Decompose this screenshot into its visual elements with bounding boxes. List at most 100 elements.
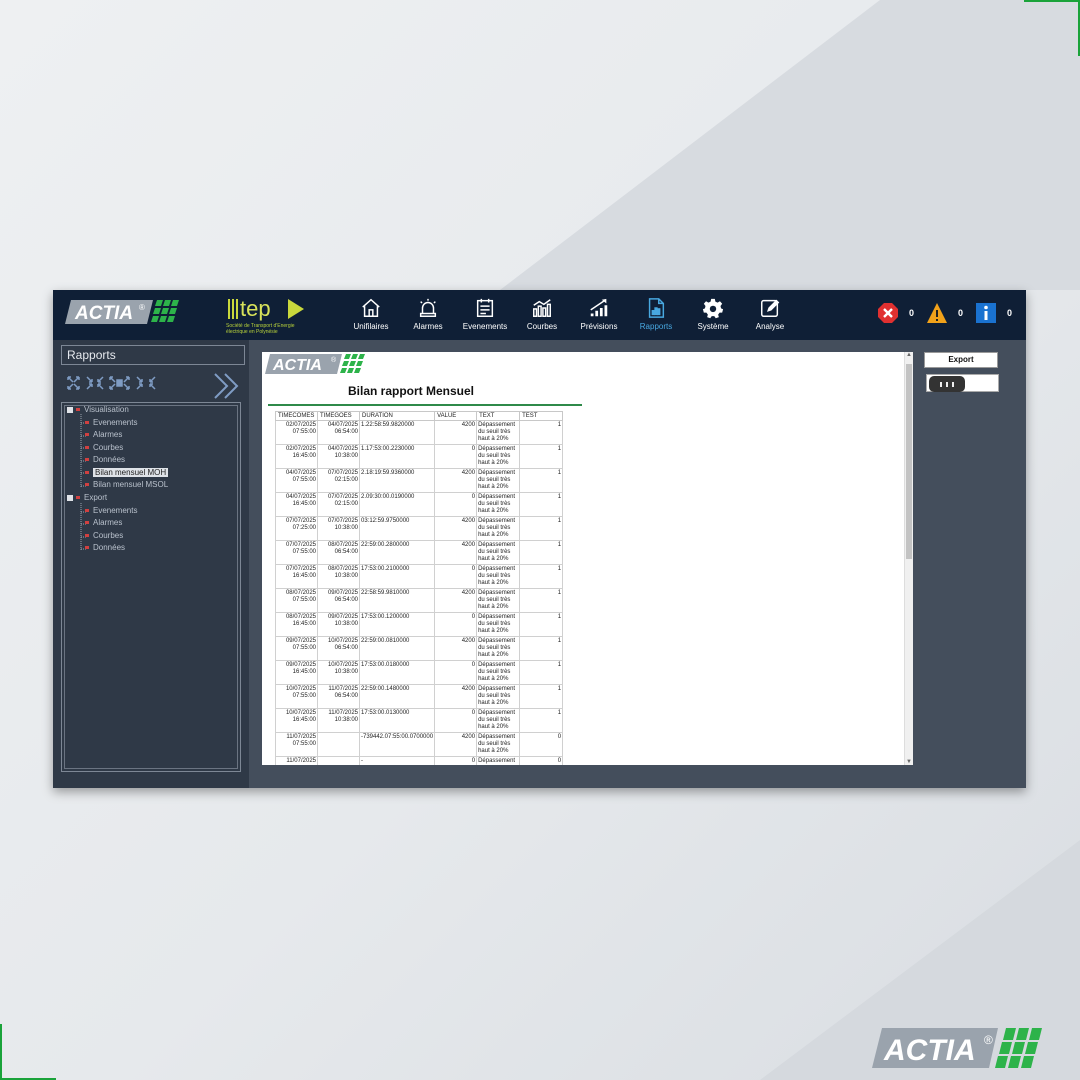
table-cell-test: 1 <box>519 660 564 685</box>
export-button[interactable]: Export <box>924 352 998 368</box>
table-cell-timecomes: 04/07/2025 16:45:00 <box>275 492 318 517</box>
tree-node-export[interactable]: Export <box>67 493 107 502</box>
tree-label: Bilan mensuel MSOL <box>93 480 169 489</box>
nav-analyse[interactable]: Analyse <box>742 290 798 340</box>
table-cell-duration: 22:59:00.2800000 <box>358 540 436 565</box>
report-scrollbar[interactable]: ▲ ▼ <box>904 352 913 765</box>
table-cell-text: Dépassement du seuil très haut à 20% <box>476 732 521 757</box>
alert-counters: 0 0 0 <box>865 302 1012 324</box>
tree-label: Evenements <box>93 418 138 427</box>
info-counter[interactable]: 0 <box>975 302 1012 324</box>
expand-icon[interactable] <box>67 376 80 390</box>
tree-node-vis-courbes[interactable]: Courbes <box>85 443 123 452</box>
node-icon <box>85 534 89 537</box>
table-row: 07/07/2025 07:55:00 08/07/2025 06:54:00 22… <box>275 540 564 565</box>
tree-node-bilan-msol[interactable]: Bilan mensuel MSOL <box>85 480 168 489</box>
table-cell-text: Dépassement du seuil très haut à 20% <box>476 444 521 469</box>
nav-evenements[interactable]: Evenements <box>457 290 513 340</box>
table-cell-value: 4200 <box>434 684 478 709</box>
col-header: VALUE <box>434 411 478 421</box>
node-icon <box>85 546 89 549</box>
nav-label: Prévisions <box>580 322 618 331</box>
warning-counter[interactable]: 0 <box>926 302 963 324</box>
col-header: TIMEGOES <box>317 411 360 421</box>
corner-accent-bottom-left <box>0 1024 56 1080</box>
scroll-thumb[interactable] <box>906 364 912 559</box>
tep-logo: tep Société de Transport d'Energie élect… <box>226 295 316 337</box>
expander-icon[interactable] <box>67 406 73 413</box>
tree-node-vis-donnees[interactable]: Données <box>85 455 125 464</box>
double-chevron-right-icon[interactable] <box>214 373 239 399</box>
table-cell-text: Dépassement du seuil très haut à 20% <box>476 636 521 661</box>
scroll-down-icon[interactable]: ▼ <box>905 759 913 765</box>
table-cell-test: 1 <box>519 492 564 517</box>
table-cell-duration: 2.18:19:59.9360000 <box>358 468 436 493</box>
table-cell-text: Dépassement du seuil très haut à 20% <box>476 708 521 733</box>
table-cell-text: Dépassement du seuil très haut à 20% <box>476 612 521 637</box>
table-cell-test: 1 <box>519 588 564 613</box>
scroll-up-icon[interactable]: ▲ <box>905 352 913 358</box>
table-cell-timecomes: 10/07/2025 07:55:00 <box>275 684 318 709</box>
table-cell-timecomes: 04/07/2025 07:55:00 <box>275 468 318 493</box>
table-cell-timegoes: 08/07/2025 10:38:00 <box>317 564 360 589</box>
table-cell-timegoes <box>317 732 360 757</box>
table-cell-timegoes: 11/07/2025 06:54:00 <box>317 684 360 709</box>
nav-previsions[interactable]: Prévisions <box>571 290 627 340</box>
error-icon <box>877 303 898 323</box>
tree-node-bilan-moh[interactable]: Bilan mensuel MOH <box>85 468 169 477</box>
table-cell-timecomes: 07/07/2025 16:45:00 <box>275 564 318 589</box>
nav-systeme[interactable]: Système <box>685 290 741 340</box>
table-cell-timegoes: 10/07/2025 10:38:00 <box>317 660 360 685</box>
table-cell-duration: 17:53:00.0130000 <box>358 708 436 733</box>
nav-alarmes[interactable]: Alarmes <box>400 290 456 340</box>
table-cell-value: 4200 <box>434 540 478 565</box>
format-handle-icon[interactable] <box>929 376 965 392</box>
tree-node-visualisation[interactable]: Visualisation <box>67 405 129 414</box>
table-cell-value: 0 <box>434 756 478 765</box>
export-format-selector[interactable] <box>926 374 999 392</box>
error-counter[interactable]: 0 <box>877 302 914 324</box>
nav-unifilaires[interactable]: Unifilaires <box>343 290 399 340</box>
table-cell-text: Dépassement du seuil très haut à 20% <box>476 588 521 613</box>
table-cell-timegoes: 09/07/2025 10:38:00 <box>317 612 360 637</box>
panel-title: Rapports <box>61 345 245 365</box>
home-icon <box>362 298 380 317</box>
table-cell-timegoes: 07/07/2025 02:15:00 <box>317 492 360 517</box>
nav-courbes[interactable]: Courbes <box>514 290 570 340</box>
tree-node-exp-donnees[interactable]: Données <box>85 543 125 552</box>
tree-label: Courbes <box>93 443 124 452</box>
corner-accent-top-right <box>1024 0 1080 56</box>
table-body: 02/07/2025 07:55:00 04/07/2025 06:54:00 1.… <box>275 420 564 765</box>
tree-label: Evenements <box>93 506 138 515</box>
table-cell-duration: 17:53:00.0180000 <box>358 660 436 685</box>
table-cell-duration: 22:59:00.1480000 <box>358 684 436 709</box>
table-row: 07/07/2025 16:45:00 08/07/2025 10:38:00 17… <box>275 564 564 589</box>
tree-node-vis-alarmes[interactable]: Alarmes <box>85 430 122 439</box>
table-cell-value: 0 <box>434 708 478 733</box>
tree-node-vis-evenements[interactable]: Evenements <box>85 418 137 427</box>
edit-icon <box>761 299 780 317</box>
table-cell-value: 0 <box>434 612 478 637</box>
top-navigation-bar: ACTIA ® tep Société de Transport d'Energ… <box>53 290 1026 340</box>
bar-chart-icon <box>533 299 551 317</box>
collapse-all-icon[interactable] <box>136 376 156 390</box>
table-cell-timecomes: 11/07/2025 <box>275 756 318 765</box>
table-row: 08/07/2025 07:55:00 09/07/2025 06:54:00 22… <box>275 588 564 613</box>
expand-all-icon[interactable] <box>109 376 130 390</box>
tree-label: Courbes <box>93 531 124 540</box>
table-cell-test: 1 <box>519 516 564 541</box>
tree-node-exp-evenements[interactable]: Evenements <box>85 506 137 515</box>
node-icon <box>85 471 89 474</box>
node-icon <box>76 408 80 411</box>
tree-node-exp-courbes[interactable]: Courbes <box>85 531 123 540</box>
table-cell-value: 4200 <box>434 468 478 493</box>
expander-icon[interactable] <box>67 494 73 501</box>
node-icon <box>85 483 89 486</box>
title-underline <box>268 404 582 406</box>
collapse-icon[interactable] <box>86 376 104 390</box>
table-cell-test: 0 <box>519 732 564 757</box>
actia-logo: ACTIA ® <box>65 300 179 324</box>
nav-rapports[interactable]: Rapports <box>628 290 684 340</box>
table-cell-value: 4200 <box>434 588 478 613</box>
tree-node-exp-alarmes[interactable]: Alarmes <box>85 518 122 527</box>
